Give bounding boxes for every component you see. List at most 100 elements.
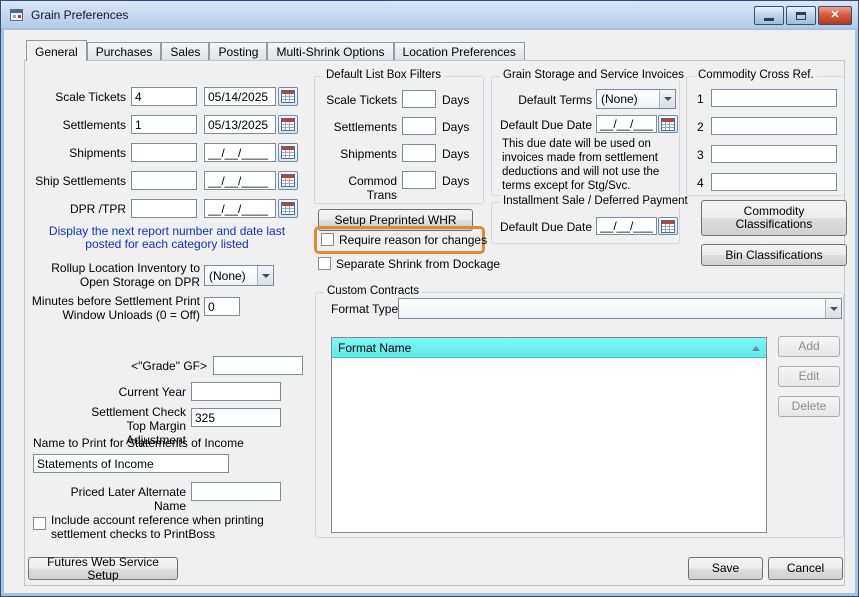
cross-ref-2-input[interactable] — [711, 117, 837, 135]
cross-ref-3-input[interactable] — [711, 145, 837, 163]
cross-ref-4-label: 4 — [697, 176, 704, 190]
installment-due-date-input[interactable] — [596, 217, 657, 235]
cross-ref-1-input[interactable] — [711, 89, 837, 107]
default-list-box-filters-group: Default List Box Filters Scale Tickets D… — [314, 69, 484, 204]
tab-purchases[interactable]: Purchases — [86, 42, 162, 60]
settlements-date-input[interactable] — [204, 115, 276, 134]
dialog-body: General Purchases Sales Posting Multi-Sh… — [4, 30, 855, 593]
settlements-calendar-button[interactable] — [278, 115, 298, 134]
calendar-icon — [281, 174, 295, 187]
calendar-icon — [281, 90, 295, 103]
invoice-due-date-calendar-button[interactable] — [658, 115, 678, 133]
separate-shrink-checkbox-label: Separate Shrink from Dockage — [336, 257, 501, 271]
close-button[interactable]: ✕ — [818, 6, 852, 25]
minimize-button[interactable] — [754, 6, 784, 25]
grade-gf-input[interactable] — [213, 356, 303, 375]
separate-shrink-checkbox[interactable] — [318, 257, 331, 270]
minutes-before-print-label: Minutes before Settlement Print Window U… — [31, 294, 200, 322]
statements-of-income-input[interactable] — [33, 454, 229, 473]
scale-tickets-number-input[interactable] — [131, 87, 197, 106]
tab-location-preferences[interactable]: Location Preferences — [393, 42, 525, 60]
bin-classifications-button[interactable]: Bin Classifications — [701, 244, 847, 266]
invoice-due-date-label: Default Due Date — [499, 118, 592, 132]
filter-commod-trans-input[interactable] — [402, 171, 436, 189]
tab-general[interactable]: General — [26, 40, 87, 61]
minutes-before-print-input[interactable] — [204, 297, 240, 316]
settlement-check-margin-input[interactable] — [191, 408, 281, 427]
commodity-classifications-button[interactable]: Commodity Classifications — [701, 200, 847, 236]
maximize-icon — [796, 11, 806, 20]
ship-settlements-number-input[interactable] — [131, 171, 197, 190]
format-type-label: Format Type — [331, 302, 399, 316]
dpr-tpr-date-input[interactable] — [204, 199, 276, 218]
printboss-checkbox-label: Include account reference when printing … — [51, 513, 264, 541]
commodity-cross-ref-group: Commodity Cross Ref. 1 2 3 4 — [686, 69, 845, 196]
format-name-list[interactable]: Format Name — [331, 337, 767, 533]
require-reason-checkbox-label: Require reason for changes — [339, 233, 488, 247]
edit-button[interactable]: Edit — [778, 366, 840, 387]
current-year-label: Current Year — [118, 385, 186, 399]
window-controls: ✕ — [754, 6, 852, 25]
scale-tickets-calendar-button[interactable] — [278, 87, 298, 106]
calendar-icon — [281, 118, 295, 131]
filter-scale-tickets-days-label: Days — [442, 93, 470, 107]
shipments-date-input[interactable] — [204, 143, 276, 162]
priced-later-label: Priced Later Alternate Name — [70, 485, 186, 513]
default-terms-dropdown[interactable]: (None) — [596, 89, 676, 109]
shipments-number-input[interactable] — [131, 143, 197, 162]
installment-due-date-calendar-button[interactable] — [658, 217, 678, 235]
calendar-icon — [661, 117, 675, 131]
cross-ref-2-label: 2 — [697, 120, 704, 134]
current-year-input[interactable] — [191, 382, 281, 401]
report-number-info-link[interactable]: Display the next report number and date … — [34, 225, 300, 251]
filter-settlements-label: Settlements — [333, 120, 397, 134]
dpr-tpr-calendar-button[interactable] — [278, 199, 298, 218]
tab-posting[interactable]: Posting — [209, 42, 268, 60]
filter-shipments-input[interactable] — [402, 144, 436, 162]
rollup-location-label: Rollup Location Inventory to Open Storag… — [51, 261, 200, 289]
filter-shipments-label: Shipments — [340, 147, 397, 161]
calendar-icon — [281, 202, 295, 215]
grade-gf-label: <"Grade" GF> — [131, 359, 207, 373]
calendar-icon — [661, 219, 675, 233]
format-type-dropdown[interactable] — [398, 298, 842, 319]
ship-settlements-date-input[interactable] — [204, 171, 276, 190]
scale-tickets-date-input[interactable] — [204, 87, 276, 106]
default-terms-label: Default Terms — [518, 93, 592, 107]
filter-settlements-days-label: Days — [442, 120, 470, 134]
settlements-label: Settlements — [62, 118, 126, 132]
save-button[interactable]: Save — [688, 557, 763, 580]
titlebar: Grain Preferences ✕ — [1, 1, 858, 29]
priced-later-input[interactable] — [191, 482, 281, 501]
printboss-checkbox[interactable] — [33, 517, 46, 530]
rollup-location-value: (None) — [209, 268, 246, 283]
filter-shipments-days-label: Days — [442, 147, 470, 161]
delete-button[interactable]: Delete — [778, 396, 840, 417]
filter-scale-tickets-input[interactable] — [402, 90, 436, 108]
window-title: Grain Preferences — [31, 8, 129, 22]
maximize-button[interactable] — [786, 6, 816, 25]
cross-ref-1-label: 1 — [697, 92, 704, 106]
invoice-due-date-input[interactable] — [596, 115, 657, 133]
format-name-column-header[interactable]: Format Name — [332, 338, 766, 358]
cross-ref-4-input[interactable] — [711, 173, 837, 191]
futures-web-service-setup-button[interactable]: Futures Web Service Setup — [28, 555, 178, 581]
ship-settlements-calendar-button[interactable] — [278, 171, 298, 190]
filter-settlements-input[interactable] — [402, 117, 436, 135]
tab-strip: General Purchases Sales Posting Multi-Sh… — [26, 40, 525, 61]
tab-multi-shrink-options[interactable]: Multi-Shrink Options — [267, 42, 394, 60]
settlements-number-input[interactable] — [131, 115, 197, 134]
close-icon: ✕ — [830, 9, 840, 21]
tab-sales[interactable]: Sales — [161, 42, 210, 60]
add-button[interactable]: Add — [778, 336, 840, 357]
commodity-cross-ref-title: Commodity Cross Ref. — [695, 69, 817, 81]
format-name-header-label: Format Name — [338, 340, 412, 355]
chevron-down-icon — [257, 266, 273, 285]
cancel-button[interactable]: Cancel — [768, 557, 843, 580]
filter-commod-trans-label: Commod Trans — [348, 174, 397, 202]
shipments-calendar-button[interactable] — [278, 143, 298, 162]
grain-storage-invoices-title: Grain Storage and Service Invoices — [500, 69, 687, 81]
require-reason-checkbox[interactable] — [321, 233, 334, 246]
rollup-location-dropdown[interactable]: (None) — [204, 265, 274, 286]
dpr-tpr-number-input[interactable] — [131, 199, 197, 218]
